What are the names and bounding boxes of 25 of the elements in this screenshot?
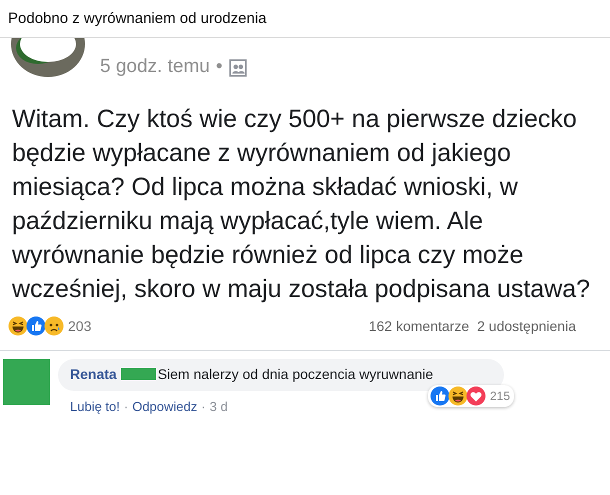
laughing-reaction-icon <box>8 316 28 336</box>
audience-icon <box>228 59 246 77</box>
comment-time: 3 d <box>210 399 228 414</box>
reaction-count: 215 <box>490 389 510 403</box>
separator-dot: · <box>124 399 128 414</box>
caption: Podobno z wyrównaniem od urodzenia <box>8 10 266 27</box>
reaction-count[interactable]: 203 <box>68 318 92 334</box>
laughing-reaction-icon <box>448 386 468 406</box>
comment-text: Siem nalerzy od dnia poczencia wyruwnanie <box>158 366 434 382</box>
reaction-pill[interactable]: 215 <box>428 385 514 407</box>
post-text: Witam. Czy ktoś wie czy 500+ na pierwsze dziecko będzie wypłacane z wyrównaniem od jakiego miesiąca? Od lipca można składać wnioski, w październiku mają wypłacać,tyle wiem. Ale wyrównanie będzie również od lipca czy może wcześniej, skoro w maju została podpisana ustawa? <box>12 104 592 305</box>
sad-reaction-icon <box>44 316 64 336</box>
post-time: 5 godz. temu <box>100 56 210 78</box>
comment-count[interactable]: 162 komentarze <box>368 318 470 334</box>
heart-reaction-icon <box>466 386 486 406</box>
like-reaction-icon <box>430 386 450 406</box>
censor-block <box>120 368 156 380</box>
like-reaction-icon <box>26 316 46 336</box>
comment-author[interactable]: Renata <box>70 366 117 382</box>
comment-action-link[interactable]: Odpowiedz <box>132 399 198 414</box>
separator-dot: • <box>216 56 222 78</box>
share-count[interactable]: 2 udostępnienia <box>477 318 576 334</box>
censored-avatar <box>3 359 50 405</box>
comment-action-link[interactable]: Lubię to! <box>70 399 120 414</box>
separator-dot: · <box>201 399 206 414</box>
